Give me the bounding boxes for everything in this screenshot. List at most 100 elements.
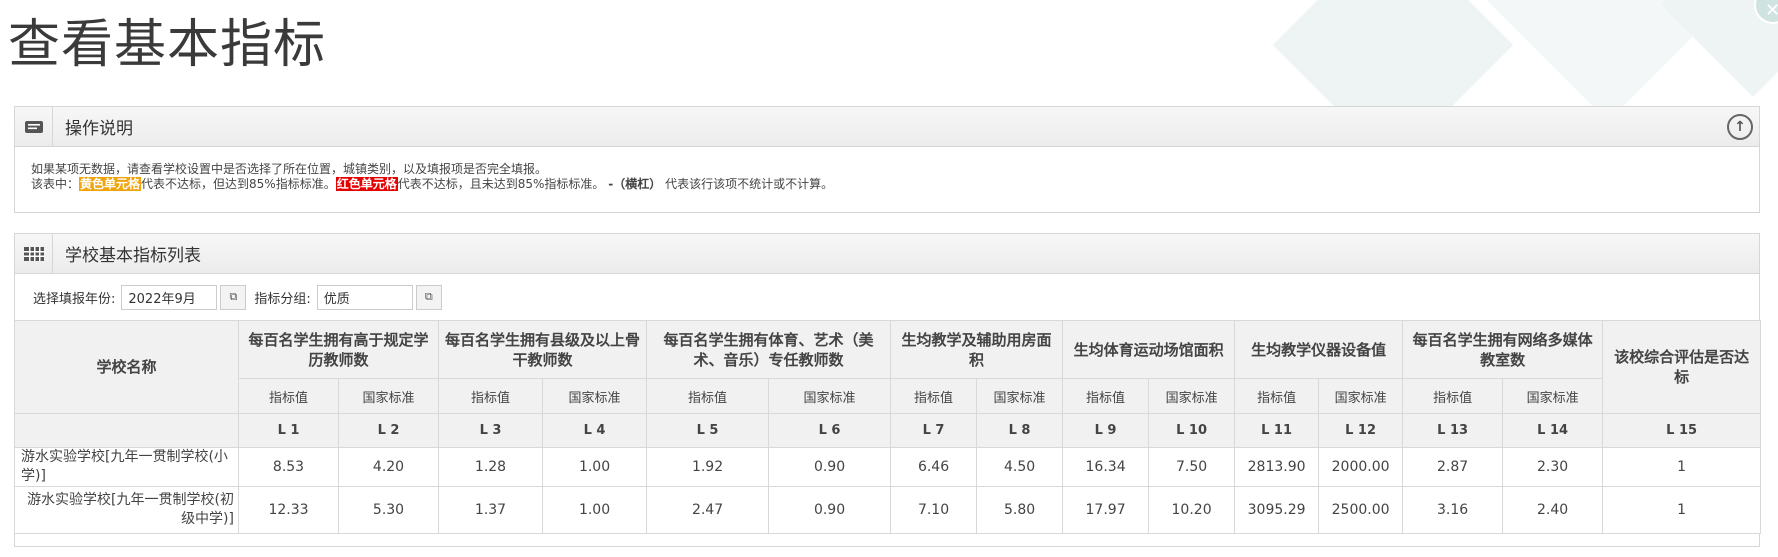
group-header: 生均教学及辅助用房面积 bbox=[890, 320, 1064, 379]
sub-header-value: 指标值 bbox=[238, 378, 339, 414]
value-cell: 1.00 bbox=[542, 447, 648, 487]
value-cell: 10.20 bbox=[1148, 486, 1236, 534]
code-header: L 1 bbox=[238, 413, 339, 448]
sub-header-value: 指标值 bbox=[890, 378, 978, 414]
table-row: 游水实验学校[九年一贯制学校(初级中学)] 12.33 5.30 1.37 1.… bbox=[14, 486, 1762, 534]
yellow-cell-legend: 黄色单元格 bbox=[79, 177, 142, 191]
value-cell: 2.40 bbox=[1502, 486, 1604, 534]
school-name-cell: 游水实验学校[九年一贯制学校(小学)] bbox=[14, 447, 239, 487]
value-cell: 6.46 bbox=[890, 447, 978, 487]
help-panel-header: 操作说明 ↑ bbox=[15, 107, 1759, 147]
code-header: L 13 bbox=[1402, 413, 1504, 448]
code-header: L 6 bbox=[768, 413, 892, 448]
sub-header-standard: 国家标准 bbox=[1148, 378, 1236, 414]
value-cell: 2500.00 bbox=[1318, 486, 1404, 534]
code-header: L 10 bbox=[1148, 413, 1236, 448]
code-header: L 3 bbox=[438, 413, 544, 448]
list-panel-header: 学校基本指标列表 bbox=[15, 234, 1759, 274]
header-decoration bbox=[1178, 0, 1778, 110]
sub-header-value: 指标值 bbox=[1062, 378, 1150, 414]
value-cell: 1 bbox=[1602, 447, 1762, 487]
group-header: 每百名学生拥有县级及以上骨干教师数 bbox=[438, 320, 648, 379]
sub-header-standard: 国家标准 bbox=[768, 378, 892, 414]
code-header: L 14 bbox=[1502, 413, 1604, 448]
value-cell: 1 bbox=[1602, 486, 1762, 534]
value-cell: 1.37 bbox=[438, 486, 544, 534]
value-cell: 0.90 bbox=[768, 447, 892, 487]
group-picker-button[interactable]: ⧉ bbox=[415, 284, 442, 310]
school-indicator-panel: 学校基本指标列表 选择填报年份: ⧉ 指标分组: ⧉ 学校名称 每百名学生拥有高… bbox=[14, 233, 1762, 547]
help-line-1: 如果某项无数据，请查看学校设置中是否选择了所在位置，城镇类别，以及填报项是否完全… bbox=[31, 162, 548, 176]
year-input[interactable] bbox=[121, 284, 218, 310]
value-cell: 5.80 bbox=[976, 486, 1064, 534]
sub-header-standard: 国家标准 bbox=[337, 378, 440, 414]
close-icon[interactable]: ✕ bbox=[1754, 0, 1778, 24]
value-cell: 1.00 bbox=[542, 486, 648, 534]
sub-header-standard: 国家标准 bbox=[1502, 378, 1604, 414]
help-panel: 操作说明 ↑ 如果某项无数据，请查看学校设置中是否选择了所在位置，城镇类别，以及… bbox=[14, 106, 1760, 213]
value-cell: 16.34 bbox=[1062, 447, 1150, 487]
message-icon bbox=[15, 107, 53, 146]
value-cell: 7.50 bbox=[1148, 447, 1236, 487]
table-header-subs: 指标值 国家标准 指标值 国家标准 指标值 国家标准 指标值 国家标准 指标值 … bbox=[15, 378, 1761, 414]
value-cell: 2813.90 bbox=[1234, 447, 1320, 487]
value-cell: 1.28 bbox=[438, 447, 544, 487]
code-header: L 15 bbox=[1602, 413, 1762, 448]
value-cell: 12.33 bbox=[238, 486, 339, 534]
value-cell: 2000.00 bbox=[1318, 447, 1404, 487]
value-cell: 0.90 bbox=[768, 486, 892, 534]
indicator-table: 学校名称 每百名学生拥有高于规定学历教师数 每百名学生拥有县级及以上骨干教师数 … bbox=[14, 320, 1762, 534]
value-cell: 3095.29 bbox=[1234, 486, 1320, 534]
sub-header-value: 指标值 bbox=[438, 378, 544, 414]
help-panel-title: 操作说明 bbox=[65, 119, 133, 139]
table-row: 游水实验学校[九年一贯制学校(小学)] 8.53 4.20 1.28 1.00 … bbox=[14, 447, 1762, 487]
value-cell: 1.92 bbox=[646, 447, 770, 487]
year-picker-button[interactable]: ⧉ bbox=[220, 284, 247, 310]
value-cell: 5.30 bbox=[337, 486, 440, 534]
value-cell: 17.97 bbox=[1062, 486, 1150, 534]
group-header: 生均教学仪器设备值 bbox=[1234, 320, 1404, 379]
sub-header-standard: 国家标准 bbox=[542, 378, 648, 414]
table-header-codes: L 1 L 2 L 3 L 4 L 5 L 6 L 7 L 8 L 9 L 10… bbox=[14, 413, 1762, 448]
school-name-header: 学校名称 bbox=[14, 320, 239, 414]
year-label: 选择填报年份: bbox=[33, 291, 116, 307]
filter-bar: 选择填报年份: ⧉ 指标分组: ⧉ bbox=[15, 274, 1759, 320]
collapse-up-icon[interactable]: ↑ bbox=[1727, 113, 1753, 140]
dash-legend: -（横杠） bbox=[608, 177, 662, 191]
group-header: 每百名学生拥有高于规定学历教师数 bbox=[237, 320, 440, 379]
help-text: 如果某项无数据，请查看学校设置中是否选择了所在位置，城镇类别，以及填报项是否完全… bbox=[15, 147, 1759, 192]
group-header: 每百名学生拥有网络多媒体教室数 bbox=[1402, 320, 1604, 379]
school-name-cell: 游水实验学校[九年一贯制学校(初级中学)] bbox=[14, 486, 239, 534]
code-header: L 12 bbox=[1318, 413, 1404, 448]
value-cell: 2.87 bbox=[1402, 447, 1504, 487]
group-header: 生均体育运动场馆面积 bbox=[1062, 320, 1236, 379]
value-cell: 2.47 bbox=[646, 486, 770, 534]
code-header-empty bbox=[14, 413, 239, 448]
value-cell: 2.30 bbox=[1502, 447, 1604, 487]
list-panel-title: 学校基本指标列表 bbox=[65, 246, 201, 266]
value-cell: 8.53 bbox=[238, 447, 339, 487]
sub-header-standard: 国家标准 bbox=[1318, 378, 1404, 414]
sub-header-value: 指标值 bbox=[1402, 378, 1504, 414]
code-header: L 8 bbox=[976, 413, 1064, 448]
sub-header-standard: 国家标准 bbox=[976, 378, 1064, 414]
value-cell: 4.20 bbox=[337, 447, 440, 487]
overall-pass-header: 该校综合评估是否达标 bbox=[1602, 320, 1762, 414]
value-cell: 3.16 bbox=[1402, 486, 1504, 534]
value-cell: 4.50 bbox=[976, 447, 1064, 487]
code-header: L 2 bbox=[337, 413, 440, 448]
group-header: 每百名学生拥有体育、艺术（美术、音乐）专任教师数 bbox=[646, 320, 892, 379]
table-header-groups: 学校名称 每百名学生拥有高于规定学历教师数 每百名学生拥有县级及以上骨干教师数 … bbox=[14, 320, 1762, 414]
table-icon bbox=[15, 234, 53, 273]
sub-header-value: 指标值 bbox=[1234, 378, 1320, 414]
group-label: 指标分组: bbox=[254, 291, 311, 307]
code-header: L 7 bbox=[890, 413, 978, 448]
code-header: L 5 bbox=[646, 413, 770, 448]
sub-header-value: 指标值 bbox=[646, 378, 770, 414]
code-header: L 11 bbox=[1234, 413, 1320, 448]
help-line-2: 该表中：黄色单元格代表不达标，但达到85%指标标准。红色单元格代表不达标，且未达… bbox=[31, 177, 834, 191]
value-cell: 7.10 bbox=[890, 486, 978, 534]
group-input[interactable] bbox=[316, 284, 413, 310]
code-header: L 4 bbox=[542, 413, 648, 448]
red-cell-legend: 红色单元格 bbox=[335, 177, 398, 191]
